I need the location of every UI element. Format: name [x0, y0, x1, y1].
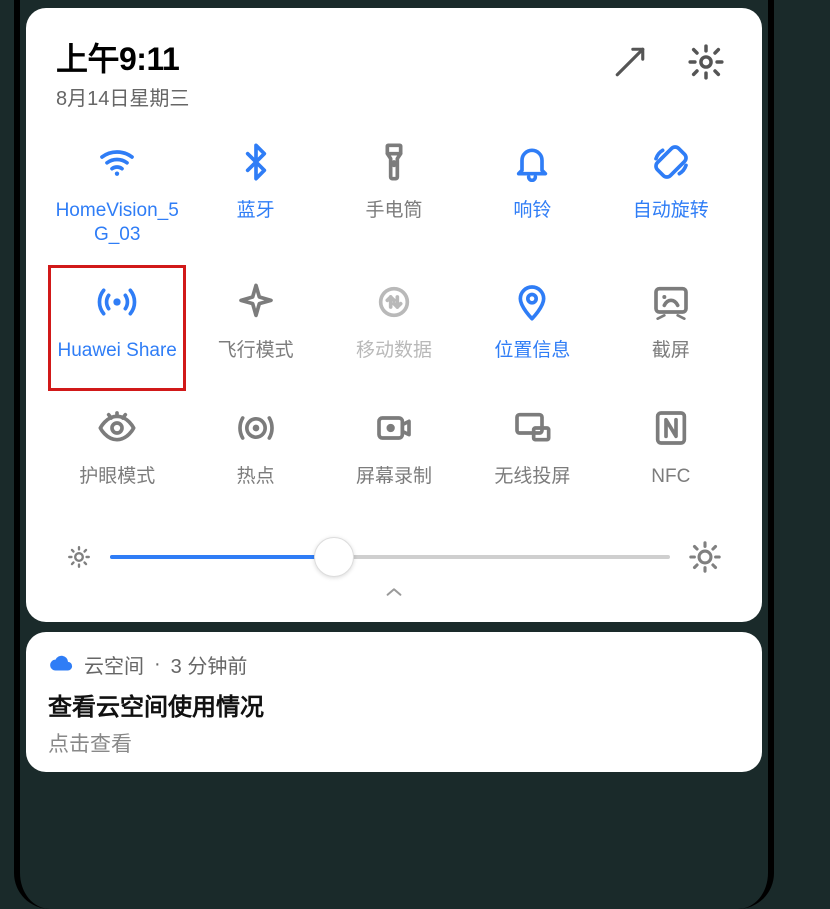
gear-icon — [687, 43, 725, 81]
tile-label: 位置信息 — [494, 339, 570, 363]
tile-share-radio[interactable]: Huawei Share — [48, 265, 186, 391]
notification-header: 云空间 · 3 分钟前 — [48, 650, 740, 679]
notification-separator: · — [154, 653, 161, 676]
hotspot-icon — [233, 405, 279, 451]
mobiledata-icon — [371, 279, 417, 325]
tile-screenshot[interactable]: 截屏 — [602, 265, 740, 391]
tile-bluetooth[interactable]: 蓝牙 — [186, 125, 324, 265]
tile-label: HomeVision_5G_03 — [50, 199, 184, 247]
eye-icon — [94, 405, 140, 451]
clock-date: 8月14日星期三 — [56, 82, 189, 111]
tile-label: 护眼模式 — [79, 465, 155, 489]
tile-label: Huawei Share — [58, 339, 177, 363]
tile-label: 移动数据 — [356, 339, 432, 363]
location-icon — [509, 279, 555, 325]
tile-label: 手电筒 — [365, 199, 422, 223]
tile-label: 无线投屏 — [494, 465, 570, 489]
rotate-icon — [648, 139, 694, 185]
time-block: 上午9:11 8月14日星期三 — [56, 34, 189, 111]
notification-card[interactable]: 云空间 · 3 分钟前 查看云空间使用情况 点击查看 — [26, 632, 762, 772]
notification-app: 云空间 — [84, 650, 144, 679]
quick-settings-grid: HomeVision_5G_03 蓝牙 手电筒 响铃 自动旋转 Huawei Share 飞… — [48, 125, 740, 517]
tile-record[interactable]: 屏幕录制 — [325, 391, 463, 517]
tile-mobiledata[interactable]: 移动数据 — [325, 265, 463, 391]
brightness-slider[interactable] — [110, 537, 670, 577]
tile-location[interactable]: 位置信息 — [463, 265, 601, 391]
screenshot-icon — [648, 279, 694, 325]
cast-icon — [509, 405, 555, 451]
tile-eye[interactable]: 护眼模式 — [48, 391, 186, 517]
flashlight-icon — [371, 139, 417, 185]
brightness-high-icon — [688, 540, 722, 574]
tile-label: NFC — [651, 465, 690, 489]
panel-header: 上午9:11 8月14日星期三 — [48, 26, 740, 125]
tile-label: 自动旋转 — [633, 199, 709, 223]
share-radio-icon — [94, 279, 140, 325]
collapse-button[interactable] — [48, 581, 740, 616]
settings-button[interactable] — [686, 42, 726, 82]
notification-subtitle: 点击查看 — [48, 728, 740, 758]
tile-bell[interactable]: 响铃 — [463, 125, 601, 265]
bell-icon — [509, 139, 555, 185]
tile-label: 响铃 — [513, 199, 551, 223]
wifi-icon — [94, 139, 140, 185]
tile-label: 屏幕录制 — [356, 465, 432, 489]
cloud-icon — [48, 651, 74, 677]
tile-cast[interactable]: 无线投屏 — [463, 391, 601, 517]
tile-flashlight[interactable]: 手电筒 — [325, 125, 463, 265]
tile-hotspot[interactable]: 热点 — [186, 391, 324, 517]
notification-age: 3 分钟前 — [171, 650, 248, 679]
clock-time: 上午9:11 — [56, 34, 189, 80]
tile-nfc[interactable]: NFC — [602, 391, 740, 517]
quick-settings-panel: 上午9:11 8月14日星期三 HomeVision_5G_03 蓝牙 手电筒 响铃 自… — [26, 8, 762, 622]
nfc-icon — [648, 405, 694, 451]
chevron-up-icon — [377, 581, 411, 603]
edit-button[interactable] — [610, 42, 650, 82]
pencil-icon — [613, 45, 647, 79]
tile-airplane[interactable]: 飞行模式 — [186, 265, 324, 391]
record-icon — [371, 405, 417, 451]
tile-wifi[interactable]: HomeVision_5G_03 — [48, 125, 186, 265]
tile-label: 截屏 — [652, 339, 690, 363]
tile-rotate[interactable]: 自动旋转 — [602, 125, 740, 265]
tile-label: 热点 — [237, 465, 275, 489]
tile-label: 飞行模式 — [218, 339, 294, 363]
notification-title: 查看云空间使用情况 — [48, 687, 740, 722]
bluetooth-icon — [233, 139, 279, 185]
brightness-low-icon — [66, 544, 92, 570]
brightness-row — [48, 517, 740, 581]
airplane-icon — [233, 279, 279, 325]
tile-label: 蓝牙 — [237, 199, 275, 223]
